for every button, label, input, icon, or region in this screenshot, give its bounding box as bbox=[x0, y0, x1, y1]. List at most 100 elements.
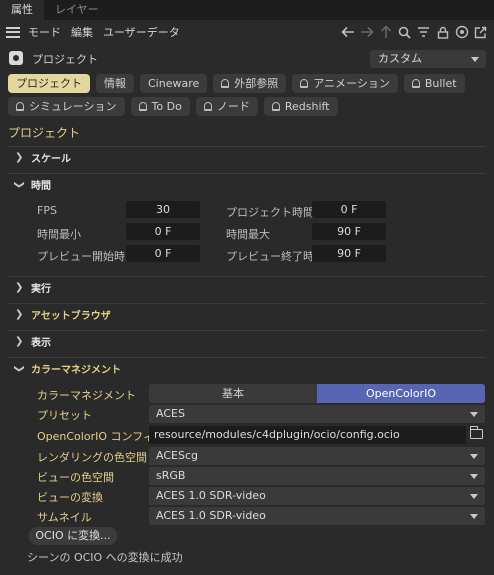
category-xref[interactable]: 外部参照 bbox=[213, 74, 287, 93]
preview-start-label: プレビュー開始時間 bbox=[37, 250, 136, 263]
view-space-dropdown[interactable]: sRGB bbox=[149, 467, 485, 485]
color-mode-segmented: 基本 OpenColorIO bbox=[149, 384, 485, 403]
chevron-down-icon bbox=[470, 494, 478, 499]
chevron-down-icon: ❯ bbox=[13, 364, 25, 373]
project-time-label: プロジェクト時間 bbox=[226, 206, 314, 219]
category-row-2: シミュレーション To Do ノード Redshift bbox=[8, 97, 344, 116]
render-space-value: ACEScg bbox=[156, 449, 198, 462]
tab-attributes[interactable]: 属性 bbox=[0, 0, 44, 20]
mode-select-value: カスタム bbox=[378, 52, 422, 65]
object-name: プロジェクト bbox=[32, 53, 98, 66]
chevron-right-icon: ❯ bbox=[15, 282, 24, 293]
view-transform-label: ビューの変換 bbox=[37, 491, 103, 504]
bell-icon bbox=[271, 102, 280, 111]
preview-end-label: プレビュー終了時間 bbox=[226, 250, 325, 263]
group-execute[interactable]: ❯ 実行 bbox=[8, 276, 486, 298]
category-cineware[interactable]: Cineware bbox=[140, 74, 208, 93]
section-title: プロジェクト bbox=[8, 126, 81, 140]
arrow-right-icon[interactable] bbox=[357, 23, 376, 41]
preview-start-field[interactable]: 0 F bbox=[126, 245, 200, 262]
category-simulation[interactable]: シミュレーション bbox=[8, 97, 125, 116]
toolbar-icons bbox=[338, 23, 490, 41]
panel-tab-bar: 属性 レイヤー bbox=[0, 0, 494, 20]
min-time-label: 時間最小 bbox=[37, 228, 81, 241]
arrow-left-icon[interactable] bbox=[338, 23, 357, 41]
new-window-icon[interactable] bbox=[471, 23, 490, 41]
view-space-value: sRGB bbox=[156, 469, 186, 482]
chevron-right-icon: ❯ bbox=[15, 309, 24, 320]
category-redshift[interactable]: Redshift bbox=[263, 97, 338, 116]
hamburger-menu-icon[interactable] bbox=[6, 26, 20, 38]
group-color-management-label: カラーマネジメント bbox=[31, 365, 121, 376]
chevron-down-icon bbox=[471, 57, 479, 62]
group-display-label: 表示 bbox=[31, 338, 51, 349]
group-execute-label: 実行 bbox=[31, 284, 51, 295]
group-asset-browser[interactable]: ❯ アセットブラウザ bbox=[8, 303, 486, 325]
category-row-1: プロジェクト 情報 Cineware 外部参照 アニメーション Bullet bbox=[8, 74, 471, 93]
min-time-field[interactable]: 0 F bbox=[126, 223, 200, 240]
bell-icon bbox=[203, 102, 212, 111]
bell-icon bbox=[411, 79, 420, 88]
category-todo[interactable]: To Do bbox=[130, 97, 190, 116]
lock-icon[interactable] bbox=[433, 23, 452, 41]
chevron-down-icon: ❯ bbox=[13, 180, 25, 189]
convert-to-ocio-button[interactable]: OCIO に変換... bbox=[29, 527, 117, 545]
menu-bar: モード 編集 ユーザーデータ bbox=[0, 20, 494, 44]
project-time-field[interactable]: 0 F bbox=[312, 201, 386, 218]
color-mode-basic-button[interactable]: 基本 bbox=[149, 384, 317, 403]
preset-value: ACES bbox=[156, 407, 185, 420]
chevron-down-icon bbox=[470, 474, 478, 479]
thumbnail-dropdown[interactable]: ACES 1.0 SDR-video bbox=[149, 507, 485, 525]
view-space-label: ビューの色空間 bbox=[37, 471, 114, 484]
filter-icon[interactable] bbox=[414, 23, 433, 41]
render-space-dropdown[interactable]: ACEScg bbox=[149, 447, 485, 465]
object-row: プロジェクト カスタム bbox=[0, 48, 494, 70]
category-node[interactable]: ノード bbox=[195, 97, 258, 116]
menu-edit[interactable]: 編集 bbox=[71, 24, 93, 40]
preview-end-field[interactable]: 90 F bbox=[312, 245, 386, 262]
chevron-down-icon bbox=[470, 514, 478, 519]
category-animation[interactable]: アニメーション bbox=[292, 74, 398, 93]
group-scale[interactable]: ❯ スケール bbox=[8, 146, 486, 168]
ocio-config-label: OpenColorIO コンフィグ bbox=[37, 430, 165, 443]
max-time-field[interactable]: 90 F bbox=[312, 223, 386, 240]
chevron-right-icon: ❯ bbox=[15, 336, 24, 347]
preset-label: プリセット bbox=[37, 409, 92, 422]
group-time[interactable]: ❯ 時間 bbox=[8, 173, 486, 195]
bell-icon bbox=[300, 79, 309, 88]
bell-icon bbox=[221, 79, 230, 88]
group-color-management[interactable]: ❯ カラーマネジメント bbox=[8, 357, 486, 379]
menu-user-data[interactable]: ユーザーデータ bbox=[103, 24, 180, 40]
color-mode-ocio-button[interactable]: OpenColorIO bbox=[317, 384, 485, 403]
folder-icon[interactable] bbox=[470, 426, 483, 439]
chevron-right-icon: ❯ bbox=[15, 152, 24, 163]
render-space-label: レンダリングの色空間 bbox=[37, 451, 147, 464]
category-info[interactable]: 情報 bbox=[96, 74, 134, 93]
menu-mode[interactable]: モード bbox=[28, 24, 61, 40]
mode-select[interactable]: カスタム bbox=[370, 50, 486, 68]
search-icon[interactable] bbox=[395, 23, 414, 41]
status-text: シーンの OCIO への変換に成功 bbox=[27, 551, 183, 564]
view-transform-dropdown[interactable]: ACES 1.0 SDR-video bbox=[149, 487, 485, 505]
ocio-config-path-field[interactable]: resource/modules/c4dplugin/ocio/config.o… bbox=[149, 426, 466, 444]
arrow-up-icon[interactable] bbox=[376, 23, 395, 41]
target-icon[interactable] bbox=[452, 23, 471, 41]
fps-field[interactable]: 30 bbox=[126, 201, 200, 218]
group-asset-browser-label: アセットブラウザ bbox=[31, 311, 111, 322]
project-settings-icon bbox=[9, 51, 23, 65]
group-scale-label: スケール bbox=[31, 154, 71, 165]
chevron-down-icon bbox=[470, 454, 478, 459]
category-project[interactable]: プロジェクト bbox=[8, 74, 90, 93]
thumbnail-label: サムネイル bbox=[37, 511, 92, 524]
color-mode-label: カラーマネジメント bbox=[37, 389, 136, 402]
tab-layers[interactable]: レイヤー bbox=[44, 0, 110, 20]
group-time-label: 時間 bbox=[31, 181, 51, 192]
bell-icon bbox=[16, 102, 24, 111]
thumbnail-value: ACES 1.0 SDR-video bbox=[156, 509, 266, 522]
category-bullet[interactable]: Bullet bbox=[403, 74, 465, 93]
view-transform-value: ACES 1.0 SDR-video bbox=[156, 489, 266, 502]
bell-icon bbox=[138, 102, 147, 111]
group-display[interactable]: ❯ 表示 bbox=[8, 330, 486, 352]
max-time-label: 時間最大 bbox=[226, 228, 270, 241]
preset-dropdown[interactable]: ACES bbox=[149, 405, 485, 423]
